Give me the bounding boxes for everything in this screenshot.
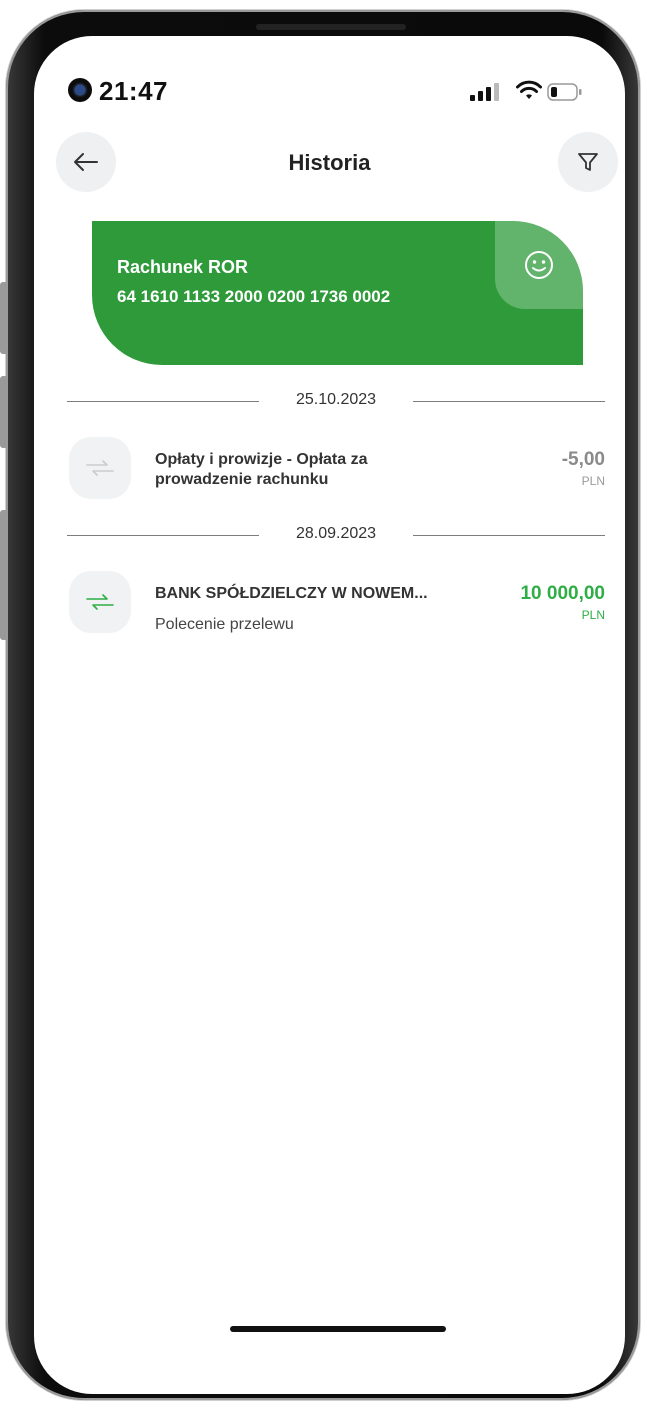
smiley-icon (525, 251, 553, 279)
battery-icon (547, 83, 582, 101)
filter-button[interactable] (558, 132, 618, 192)
side-button (0, 510, 8, 640)
separator-line (413, 535, 605, 536)
transaction-title: Opłaty i prowizje - Opłata za prowadzeni… (155, 450, 367, 490)
account-name: Rachunek ROR (117, 257, 249, 277)
speaker (256, 24, 406, 30)
wifi-icon (516, 80, 542, 99)
transaction-currency: PLN (581, 608, 605, 622)
date-label: 25.10.2023 (295, 391, 377, 408)
screen: 21:47 Historia Rachunek ROR 64 1610 1133… (34, 36, 625, 1394)
home-indicator[interactable] (230, 1326, 446, 1332)
transfer-arrows-icon (86, 460, 114, 476)
transaction-title-line1: Opłaty i prowizje - Opłata za (155, 451, 368, 468)
transaction-currency: PLN (581, 474, 605, 488)
transaction-title: BANK SPÓŁDZIELCZY W NOWEM... (155, 585, 428, 602)
date-separator: 28.09.2023 (67, 525, 605, 545)
transaction-amount: 10 000,00 (520, 583, 605, 604)
card-corner (495, 221, 583, 309)
transaction-icon-wrap (69, 571, 131, 633)
transfer-arrows-icon (86, 594, 114, 610)
account-number: 64 1610 1133 2000 0200 1736 0002 (117, 287, 391, 306)
transaction-title-line2: prowadzenie rachunku (155, 471, 329, 488)
side-button (0, 282, 8, 354)
separator-line (413, 401, 605, 402)
date-label: 28.09.2023 (295, 525, 377, 542)
account-card[interactable]: Rachunek ROR 64 1610 1133 2000 0200 1736… (92, 221, 583, 365)
cellular-signal-icon (470, 83, 499, 101)
date-separator: 25.10.2023 (67, 391, 605, 411)
status-time: 21:47 (99, 76, 168, 106)
page-title: Historia (288, 150, 371, 175)
front-camera (68, 78, 92, 102)
transaction-amount: -5,00 (561, 449, 605, 470)
filter-icon (578, 153, 598, 171)
transaction-subtitle: Polecenie przelewu (155, 616, 294, 633)
side-button (0, 376, 8, 448)
transaction-icon-wrap (69, 437, 131, 499)
phone-frame: 21:47 Historia Rachunek ROR 64 1610 1133… (6, 10, 640, 1400)
